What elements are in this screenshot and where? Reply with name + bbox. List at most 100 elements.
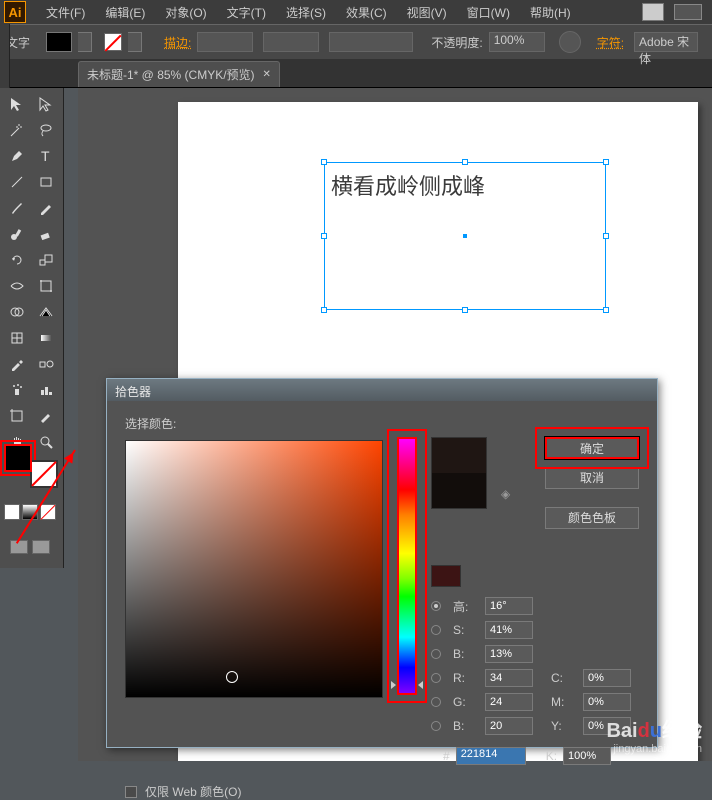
h-input[interactable]: 16° [485,597,533,615]
select-color-label: 选择颜色: [125,415,383,432]
saturation-brightness-field[interactable] [125,440,383,698]
radio-h[interactable] [431,601,441,611]
cube-icon[interactable]: ◈ [501,487,515,501]
menu-help[interactable]: 帮助(H) [520,0,581,25]
rotate-tool[interactable] [4,248,31,272]
symbol-sprayer-tool[interactable] [4,378,31,402]
text-frame[interactable]: 横看成岭侧成峰 [324,162,606,310]
text-content[interactable]: 横看成岭侧成峰 [325,163,605,207]
rectangle-tool[interactable] [33,170,60,194]
hue-slider[interactable] [397,437,417,695]
k-input[interactable]: 100% [563,747,611,765]
mesh-tool[interactable] [4,326,31,350]
radio-g[interactable] [431,697,441,707]
screen-mode-full-icon[interactable] [32,540,50,554]
left-collapse-bar[interactable] [0,24,10,60]
selection-tool[interactable] [4,92,31,116]
character-label[interactable]: 字符: [597,34,624,51]
eraser-tool[interactable] [33,222,60,246]
width-tool[interactable] [4,274,31,298]
handle-tr[interactable] [603,159,609,165]
bridge-icon[interactable] [642,3,664,21]
radio-r[interactable] [431,673,441,683]
font-family-input[interactable]: Adobe 宋体 [634,32,698,52]
handle-mr[interactable] [603,233,609,239]
toolbox: T [0,88,64,568]
scale-tool[interactable] [33,248,60,272]
pencil-tool[interactable] [33,196,60,220]
fill-color-box[interactable] [4,444,32,472]
opacity-input[interactable]: 100% [489,32,545,52]
menu-object[interactable]: 对象(O) [155,0,216,25]
color-preview-new [432,438,486,473]
handle-ml[interactable] [321,233,327,239]
c-input[interactable]: 0% [583,669,631,687]
blend-tool[interactable] [33,352,60,376]
artboard-tool[interactable] [4,404,31,428]
cancel-button[interactable]: 取消 [545,467,639,489]
color-mode-solid[interactable] [4,504,20,520]
column-graph-tool[interactable] [33,378,60,402]
screen-mode-normal-icon[interactable] [10,540,28,554]
g-input[interactable]: 24 [485,693,533,711]
lasso-tool[interactable] [33,118,60,142]
style-icon[interactable] [559,31,581,53]
magic-wand-tool[interactable] [4,118,31,142]
bb-input[interactable]: 20 [485,717,533,735]
gradient-tool[interactable] [33,326,60,350]
direct-selection-tool[interactable] [33,92,60,116]
handle-tm[interactable] [462,159,468,165]
document-tab[interactable]: 未标题-1* @ 85% (CMYK/预览) ✕ [78,61,280,87]
eyedropper-tool[interactable] [4,352,31,376]
arrange-icon[interactable] [674,4,702,20]
menu-type[interactable]: 文字(T) [217,0,276,25]
stroke-swatch-none[interactable] [104,33,122,51]
slice-tool[interactable] [33,404,60,428]
line-tool[interactable] [4,170,31,194]
color-mode-none[interactable] [40,504,56,520]
dialog-title[interactable]: 拾色器 [107,379,657,401]
shape-builder-tool[interactable] [4,300,31,324]
brush-input[interactable] [329,32,413,52]
fill-swatch[interactable] [46,32,72,52]
color-preview-old [432,473,486,508]
r-input[interactable]: 34 [485,669,533,687]
c-label: C: [551,671,579,685]
type-tool[interactable]: T [33,144,60,168]
free-transform-tool[interactable] [33,274,60,298]
m-input[interactable]: 0% [583,693,631,711]
fill-dropdown[interactable] [78,32,92,52]
hex-input[interactable]: 221814 [456,747,526,765]
handle-bl[interactable] [321,307,327,313]
stroke-weight-input[interactable] [197,32,253,52]
s-input[interactable]: 41% [485,621,533,639]
fill-stroke-control[interactable] [4,444,48,488]
close-icon[interactable]: ✕ [263,69,271,80]
radio-s[interactable] [431,625,441,635]
stroke-label[interactable]: 描边: [164,34,191,51]
web-only-checkbox[interactable] [125,786,137,798]
b-input[interactable]: 13% [485,645,533,663]
variable-width-input[interactable] [263,32,319,52]
radio-bb[interactable] [431,721,441,731]
pen-tool[interactable] [4,144,31,168]
menu-select[interactable]: 选择(S) [276,0,336,25]
handle-tl[interactable] [321,159,327,165]
perspective-grid-tool[interactable] [33,300,60,324]
menu-view[interactable]: 视图(V) [397,0,457,25]
color-cursor[interactable] [226,671,238,683]
handle-br[interactable] [603,307,609,313]
blob-brush-tool[interactable] [4,222,31,246]
menu-effect[interactable]: 效果(C) [336,0,397,25]
paintbrush-tool[interactable] [4,196,31,220]
stroke-dropdown[interactable] [128,32,142,52]
r-label: R: [453,671,481,685]
swatches-button[interactable]: 颜色色板 [545,507,639,529]
out-of-gamut-swatch[interactable] [431,565,461,587]
menu-file[interactable]: 文件(F) [36,0,95,25]
radio-b[interactable] [431,649,441,659]
menu-window[interactable]: 窗口(W) [457,0,520,25]
handle-bm[interactable] [462,307,468,313]
left-collapse-bar2[interactable] [0,60,10,88]
menu-edit[interactable]: 编辑(E) [95,0,155,25]
